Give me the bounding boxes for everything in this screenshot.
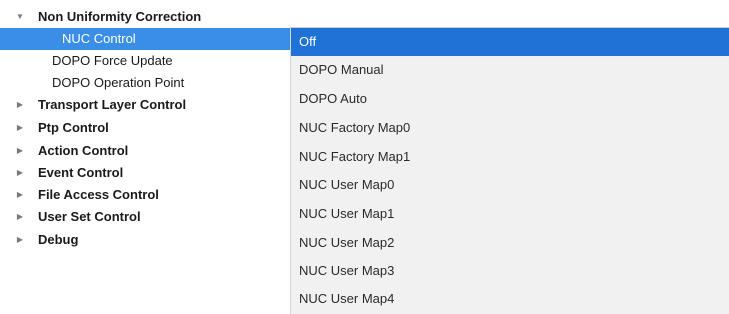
dropdown-option-nuc-user-map0[interactable]: NUC User Map0 <box>291 171 729 199</box>
tree-category-label: User Set Control <box>38 209 141 224</box>
chevron-right-icon[interactable]: ▶ <box>15 94 25 116</box>
chevron-right-icon[interactable]: ▶ <box>15 229 25 251</box>
dropdown-option-nuc-user-map3[interactable]: NUC User Map3 <box>291 257 729 285</box>
tree-category-label: Debug <box>38 232 79 247</box>
tree-category-debug[interactable]: ▶ Debug <box>0 229 290 251</box>
dropdown-option-nuc-factory-map0[interactable]: NUC Factory Map0 <box>291 114 729 142</box>
chevron-right-icon[interactable]: ▶ <box>15 140 25 162</box>
tree-category-user-set-control[interactable]: ▶ User Set Control <box>0 206 290 228</box>
tree-category-label: Ptp Control <box>38 120 109 135</box>
tree-category-non-uniformity-correction[interactable]: ▼ Non Uniformity Correction <box>0 6 290 28</box>
dropdown-option-nuc-factory-map1[interactable]: NUC Factory Map1 <box>291 143 729 171</box>
dropdown-option-dopo-manual[interactable]: DOPO Manual <box>291 56 729 84</box>
tree-item-label: NUC Control <box>62 31 136 46</box>
tree-category-label: Transport Layer Control <box>38 97 187 112</box>
tree-category-transport-layer-control[interactable]: ▶ Transport Layer Control <box>0 94 290 116</box>
tree-category-file-access-control[interactable]: ▶ File Access Control <box>0 184 290 206</box>
dropdown-option-nuc-user-map4[interactable]: NUC User Map4 <box>291 285 729 313</box>
tree-item-dopo-force-update[interactable]: DOPO Force Update <box>0 50 290 72</box>
tree-category-event-control[interactable]: ▶ Event Control <box>0 162 290 184</box>
tree-category-label: File Access Control <box>38 187 159 202</box>
feature-tree: ▼ Non Uniformity Correction NUC Control … <box>0 0 292 313</box>
tree-item-label: DOPO Force Update <box>52 53 173 68</box>
dropdown-option-nuc-user-map2[interactable]: NUC User Map2 <box>291 229 729 257</box>
tree-category-label: Non Uniformity Correction <box>38 9 202 24</box>
chevron-right-icon[interactable]: ▶ <box>15 117 25 139</box>
chevron-down-icon[interactable]: ▼ <box>15 6 25 28</box>
dropdown-option-off[interactable]: Off <box>291 28 729 56</box>
chevron-right-icon[interactable]: ▶ <box>15 162 25 184</box>
tree-item-dopo-operation-point[interactable]: DOPO Operation Point <box>0 72 290 94</box>
tree-category-label: Action Control <box>38 143 129 158</box>
tree-category-label: Event Control <box>38 165 124 180</box>
chevron-right-icon[interactable]: ▶ <box>15 206 25 228</box>
dropdown-option-nuc-user-map1[interactable]: NUC User Map1 <box>291 200 729 228</box>
nuc-control-dropdown-list[interactable]: Off DOPO Manual DOPO Auto NUC Factory Ma… <box>290 27 729 314</box>
dropdown-option-dopo-auto[interactable]: DOPO Auto <box>291 85 729 113</box>
tree-item-nuc-control[interactable]: NUC Control <box>0 28 290 50</box>
tree-category-ptp-control[interactable]: ▶ Ptp Control <box>0 117 290 139</box>
tree-item-label: DOPO Operation Point <box>52 75 185 90</box>
chevron-right-icon[interactable]: ▶ <box>15 184 25 206</box>
tree-category-action-control[interactable]: ▶ Action Control <box>0 140 290 162</box>
